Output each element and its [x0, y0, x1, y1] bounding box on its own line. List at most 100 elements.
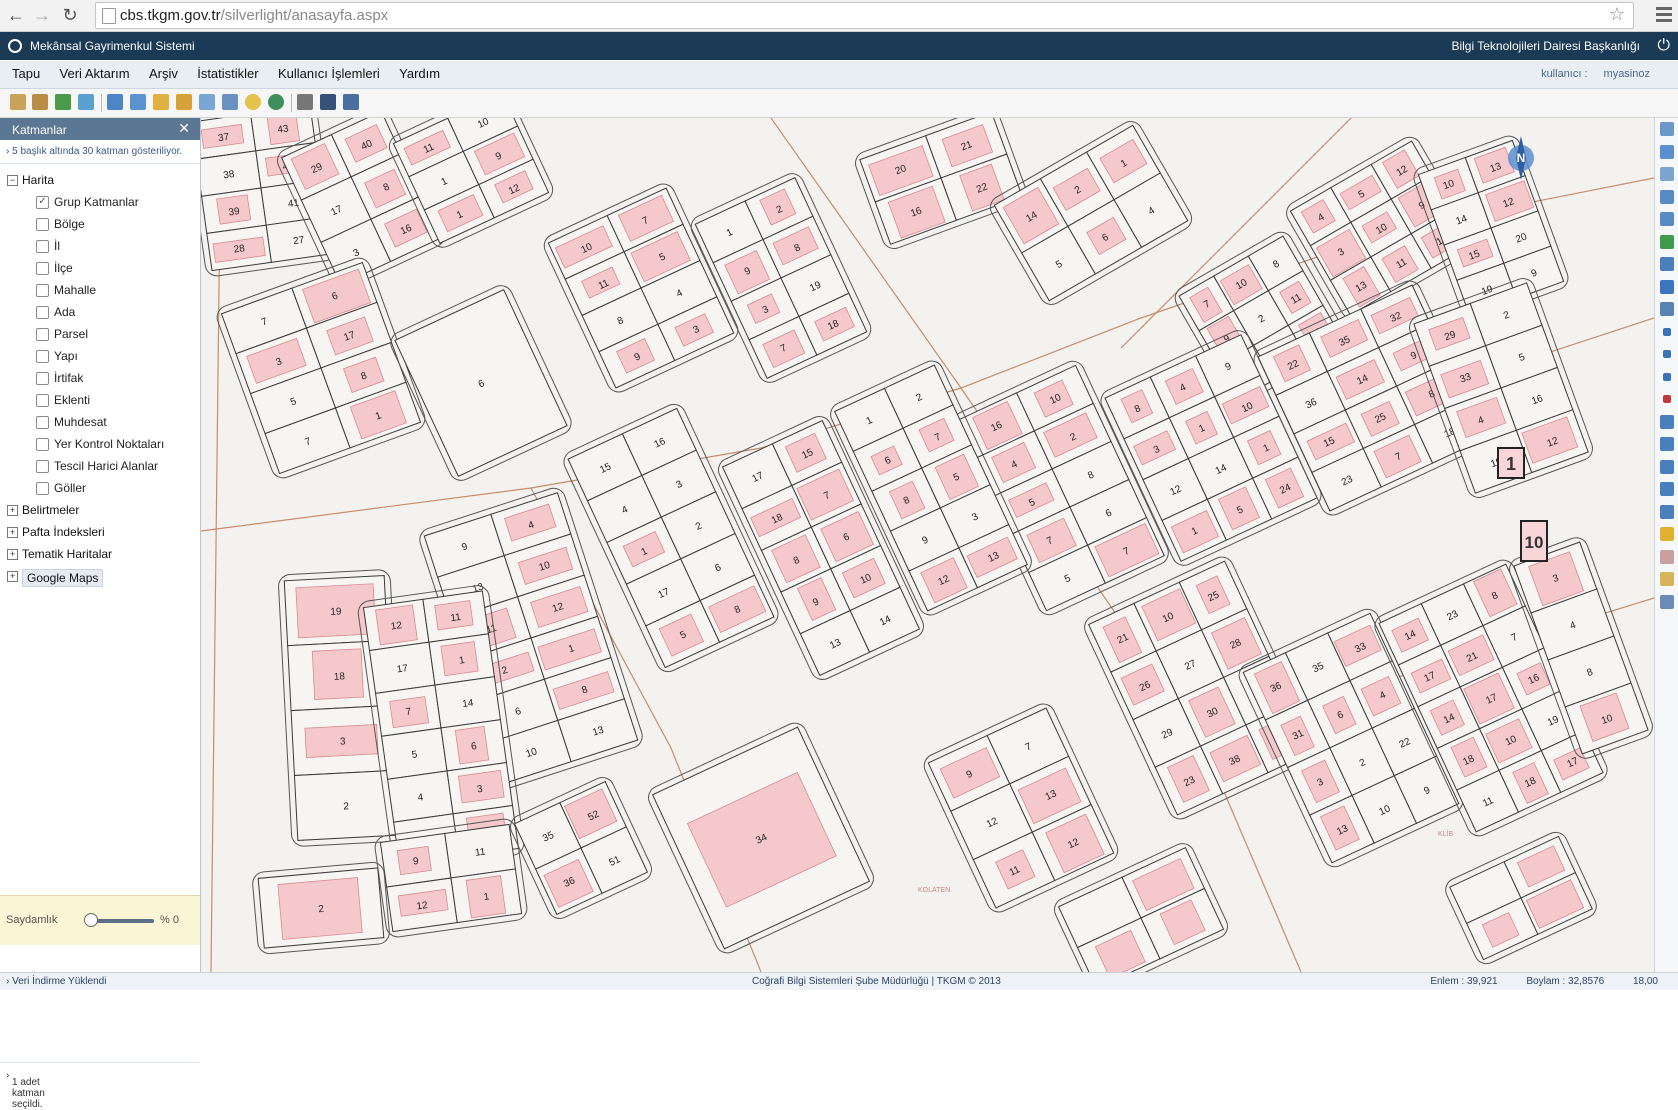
layer-checkbox[interactable] [36, 328, 49, 341]
people-icon[interactable] [78, 94, 94, 110]
layer-checkbox[interactable] [36, 482, 49, 495]
zoom-in-icon[interactable] [1660, 189, 1674, 204]
layer-checkbox[interactable] [36, 218, 49, 231]
point-icon[interactable] [1663, 327, 1671, 336]
layer-checkbox[interactable] [36, 262, 49, 275]
back-icon[interactable]: ← [4, 3, 28, 27]
layers-info: › 5 başlık altında 30 katman gösteriliyo… [0, 140, 200, 164]
collapse-icon[interactable]: − [7, 175, 18, 186]
folder-icon[interactable] [153, 94, 169, 110]
tree-node-harita[interactable]: − Harita [0, 170, 200, 192]
layer-checkbox[interactable] [36, 240, 49, 253]
layer-checkbox[interactable] [36, 350, 49, 363]
box-icon[interactable] [1660, 504, 1674, 519]
menu-veri-aktarim[interactable]: Veri Aktarım [52, 61, 138, 81]
layer-edit-icon[interactable] [130, 94, 146, 110]
film-icon[interactable] [320, 94, 336, 110]
polygon-icon[interactable] [1663, 372, 1671, 381]
tree-node[interactable]: + Google Maps [0, 566, 200, 588]
layer-checkbox[interactable] [36, 460, 49, 473]
pan-icon[interactable] [1660, 144, 1674, 159]
main-menu: Tapu Veri Aktarım Arşiv İstatistikler Ku… [0, 61, 1678, 89]
layer-checkbox[interactable]: ✓ [36, 196, 49, 209]
link-icon[interactable] [199, 94, 215, 110]
block: 9712131112 [923, 703, 1119, 913]
layer-checkbox[interactable] [36, 438, 49, 451]
layer-item[interactable]: Tescil Harici Alanlar [0, 456, 200, 478]
expand-icon[interactable]: + [7, 505, 18, 516]
layer-item[interactable]: Göller [0, 478, 200, 500]
expand-icon[interactable]: + [7, 527, 18, 538]
open-book-icon[interactable] [32, 94, 48, 110]
layer-add-icon[interactable] [107, 94, 123, 110]
latitude-readout: Enlem : 39,921 [1430, 976, 1498, 987]
rectangle-icon[interactable] [1660, 459, 1674, 474]
layer-checkbox[interactable] [36, 284, 49, 297]
layer-item[interactable]: İrtifak [0, 368, 200, 390]
layer-item[interactable]: İlçe [0, 258, 200, 280]
tree-node[interactable]: + Tematik Haritalar [0, 544, 200, 566]
forward-icon[interactable]: → [30, 3, 54, 27]
layer-item[interactable]: ✓ Grup Katmanlar [0, 192, 200, 214]
expand-icon[interactable]: + [7, 571, 18, 582]
close-icon[interactable]: ✕ [178, 120, 190, 137]
reload-icon[interactable]: ↻ [58, 3, 82, 27]
power-icon[interactable]: ⏻ [1657, 37, 1670, 55]
info-icon[interactable] [1660, 279, 1674, 294]
expand-icon[interactable]: + [7, 549, 18, 560]
zoom-out-icon[interactable] [1660, 212, 1674, 226]
book-icon[interactable] [10, 94, 26, 110]
delete-icon[interactable] [1663, 395, 1671, 403]
identify-icon[interactable] [1660, 302, 1674, 316]
bookmark-star-icon[interactable]: ☆ [1609, 4, 1625, 25]
eraser-icon[interactable] [1660, 549, 1674, 564]
menu-yardim[interactable]: Yardım [391, 61, 448, 81]
layer-item[interactable]: Mahalle [0, 280, 200, 302]
calculator-icon[interactable] [222, 94, 238, 110]
parcel-number: 12 [390, 620, 403, 633]
layer-item[interactable]: Ada [0, 302, 200, 324]
globe-search-icon[interactable] [268, 94, 284, 110]
layer-item[interactable]: Eklenti [0, 390, 200, 412]
layer-item[interactable]: Yer Kontrol Noktaları [0, 434, 200, 456]
layer-item[interactable]: İl [0, 236, 200, 258]
layer-item[interactable]: Yapı [0, 346, 200, 368]
transparency-knob[interactable] [84, 913, 98, 927]
coin-icon[interactable] [245, 94, 261, 110]
line-icon[interactable] [1663, 350, 1671, 358]
tree-label: Pafta İndeksleri [22, 525, 105, 539]
layer-item[interactable]: Muhdesat [0, 412, 200, 434]
menu-tapu[interactable]: Tapu [4, 61, 48, 81]
select-icon[interactable] [1660, 257, 1674, 271]
map-canvas[interactable]: 3743384239412827294017831611101911276317… [201, 118, 1654, 972]
layer-checkbox[interactable] [36, 416, 49, 429]
layer-checkbox[interactable] [36, 372, 49, 385]
layer-label: İl [54, 239, 60, 253]
map-svg[interactable]: 3743384239412827294017831611101911276317… [201, 118, 1654, 972]
tree-node[interactable]: + Pafta İndeksleri [0, 522, 200, 544]
measure-area-icon[interactable] [1660, 437, 1674, 451]
chart-icon[interactable] [176, 94, 192, 110]
layer-item[interactable]: Parsel [0, 324, 200, 346]
layer-item[interactable]: Bölge [0, 214, 200, 236]
zoom-box-icon[interactable] [1660, 167, 1674, 181]
report-icon[interactable] [343, 94, 359, 110]
menu-arsiv[interactable]: Arşiv [141, 61, 186, 81]
circle-icon[interactable] [1660, 482, 1674, 496]
menu-kullanici-islemleri[interactable]: Kullanıcı İşlemleri [270, 61, 388, 81]
address-bar[interactable]: cbs.tkgm.gov.tr/silverlight/anasayfa.asp… [95, 2, 1634, 29]
layer-checkbox[interactable] [36, 394, 49, 407]
map-icon[interactable] [1660, 122, 1674, 136]
layer-checkbox[interactable] [36, 306, 49, 319]
lightning-icon[interactable] [1660, 527, 1674, 541]
user-name[interactable]: myasinoz [1604, 68, 1650, 80]
tree-node[interactable]: + Belirtmeler [0, 500, 200, 522]
speaker-icon[interactable] [297, 94, 313, 110]
full-extent-icon[interactable] [1660, 234, 1674, 249]
menu-istatistikler[interactable]: İstatistikler [189, 61, 266, 81]
measure-icon[interactable] [1660, 414, 1674, 429]
export-icon[interactable] [55, 94, 71, 110]
browser-menu-icon[interactable] [1656, 4, 1672, 24]
brush-icon[interactable] [1660, 572, 1674, 586]
ruler-icon[interactable] [1660, 594, 1674, 609]
